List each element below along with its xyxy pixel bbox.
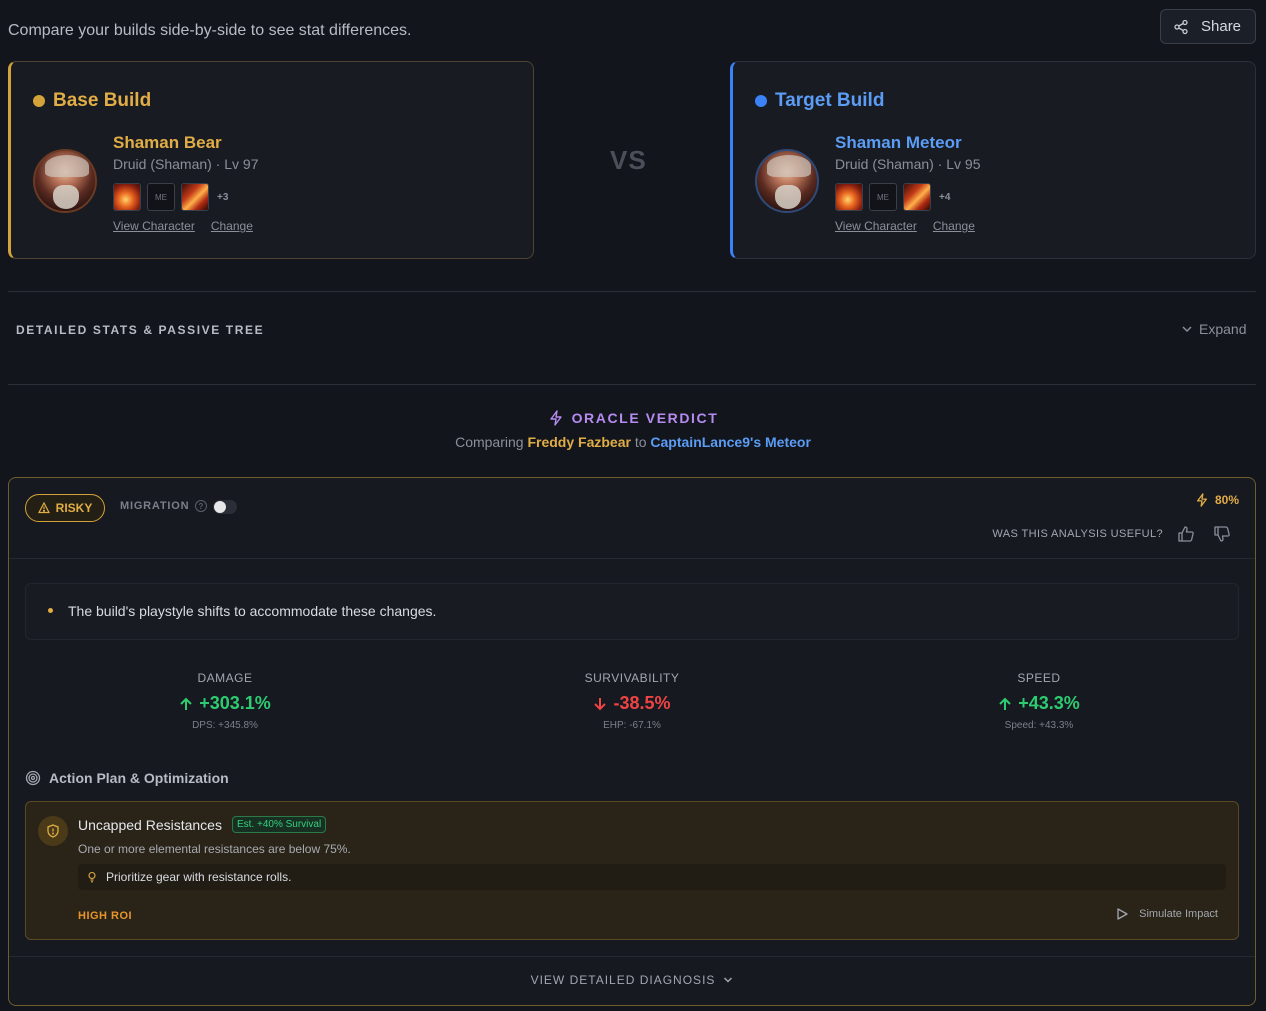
lightbulb-icon <box>88 871 96 883</box>
lightning-icon <box>1196 493 1207 507</box>
feedback-prompt: WAS THIS ANALYSIS USEFUL? <box>992 528 1163 540</box>
confidence-score: 80% <box>1195 493 1239 507</box>
thumbs-up-icon[interactable] <box>1177 525 1195 543</box>
share-button[interactable]: Share <box>1160 9 1256 44</box>
divider <box>8 291 1256 292</box>
risk-badge: RISKY <box>25 494 105 522</box>
divider <box>9 558 1255 559</box>
survivability-metric: SURVIVABILITY -38.5% EHP: -67.1% <box>584 671 680 731</box>
oracle-verdict-title: ORACLE VERDICT <box>0 410 1266 426</box>
base-player-name: Freddy Fazbear <box>527 434 631 450</box>
roi-label: HIGH ROI <box>78 910 133 922</box>
base-build-dot <box>33 95 45 107</box>
share-icon <box>1174 19 1188 34</box>
meteor-skill-icon <box>181 183 209 211</box>
expand-label: Expand <box>1199 321 1247 337</box>
arrow-up-icon <box>999 697 1011 710</box>
plan-estimate-badge: Est. +40% Survival <box>231 816 327 833</box>
damage-metric: DAMAGE +303.1% DPS: +345.8% <box>125 671 325 731</box>
verdict-panel: RISKY MIGRATION ? 80% WAS THIS ANALYSIS … <box>8 477 1256 1006</box>
arrow-up-icon <box>180 697 192 710</box>
action-plan-title: Action Plan & Optimization <box>25 770 229 786</box>
plan-tip: Prioritize gear with resistance rolls. <box>78 864 1226 890</box>
chevron-down-icon <box>1182 326 1192 333</box>
expand-button[interactable]: Expand <box>1181 321 1246 337</box>
help-icon[interactable]: ? <box>195 500 208 512</box>
fire-skill-icon <box>835 183 863 211</box>
target-view-character-link[interactable]: View Character <box>835 219 917 233</box>
base-view-character-link[interactable]: View Character <box>113 219 195 233</box>
share-label: Share <box>1201 18 1242 35</box>
base-build-title: Base Build <box>53 90 152 111</box>
shield-icon <box>38 816 68 846</box>
arrow-down-icon <box>594 697 607 710</box>
thumbs-down-icon[interactable] <box>1213 525 1231 543</box>
target-character-class: Druid (Shaman) · Lv 95 <box>835 156 981 172</box>
target-player-name: CaptainLance9's Meteor <box>650 434 811 450</box>
target-skill-list: ME +4 <box>835 183 950 211</box>
target-build-card: Target Build Shaman Meteor Druid (Shaman… <box>730 61 1256 259</box>
migration-toggle[interactable] <box>213 500 237 514</box>
base-character-name: Shaman Bear <box>113 133 222 152</box>
base-build-card: Base Build Shaman Bear Druid (Shaman) · … <box>8 61 534 259</box>
base-more-skills: +3 <box>217 191 229 203</box>
target-build-dot <box>755 95 767 107</box>
target-build-title: Target Build <box>775 90 885 111</box>
speed-metric: SPEED +43.3% Speed: +43.3% <box>939 671 1139 731</box>
migration-label: MIGRATION ? <box>120 500 208 512</box>
divider <box>9 956 1255 957</box>
action-plan-card: Uncapped Resistances Est. +40% Survival … <box>25 801 1239 940</box>
target-build-heading: Target Build <box>755 90 884 112</box>
target-character-avatar <box>755 149 819 213</box>
page-subtitle: Compare your builds side-by-side to see … <box>8 22 412 39</box>
plan-title: Uncapped Resistances <box>78 816 222 833</box>
warning-icon <box>37 502 50 514</box>
lightning-icon <box>549 410 562 426</box>
base-skill-list: ME +3 <box>113 183 228 211</box>
play-icon <box>1117 908 1128 920</box>
base-character-class: Druid (Shaman) · Lv 97 <box>113 156 259 172</box>
base-character-avatar <box>33 149 97 213</box>
simulate-impact-button[interactable]: Simulate Impact <box>1115 907 1218 921</box>
base-change-link[interactable]: Change <box>211 219 253 233</box>
me-skill-icon: ME <box>869 183 897 211</box>
fire-skill-icon <box>113 183 141 211</box>
vs-label: VS <box>610 145 647 175</box>
base-build-heading: Base Build <box>33 90 151 112</box>
summary-text: The build's playstyle shifts to accommod… <box>68 603 437 619</box>
me-skill-icon: ME <box>147 183 175 211</box>
plan-description: One or more elemental resistances are be… <box>78 842 351 856</box>
summary-box: The build's playstyle shifts to accommod… <box>25 583 1239 640</box>
chevron-down-icon <box>724 977 733 983</box>
target-change-link[interactable]: Change <box>933 219 975 233</box>
divider <box>8 384 1256 385</box>
view-diagnosis-button[interactable]: VIEW DETAILED DIAGNOSIS <box>9 973 1255 987</box>
target-more-skills: +4 <box>939 191 951 203</box>
comparing-line: Comparing Freddy Fazbear to CaptainLance… <box>455 434 811 450</box>
summary-bullet <box>48 608 53 613</box>
target-character-name: Shaman Meteor <box>835 133 962 152</box>
details-section-title: DETAILED STATS & PASSIVE TREE <box>16 323 265 337</box>
meteor-skill-icon <box>903 183 931 211</box>
target-icon <box>25 770 41 786</box>
